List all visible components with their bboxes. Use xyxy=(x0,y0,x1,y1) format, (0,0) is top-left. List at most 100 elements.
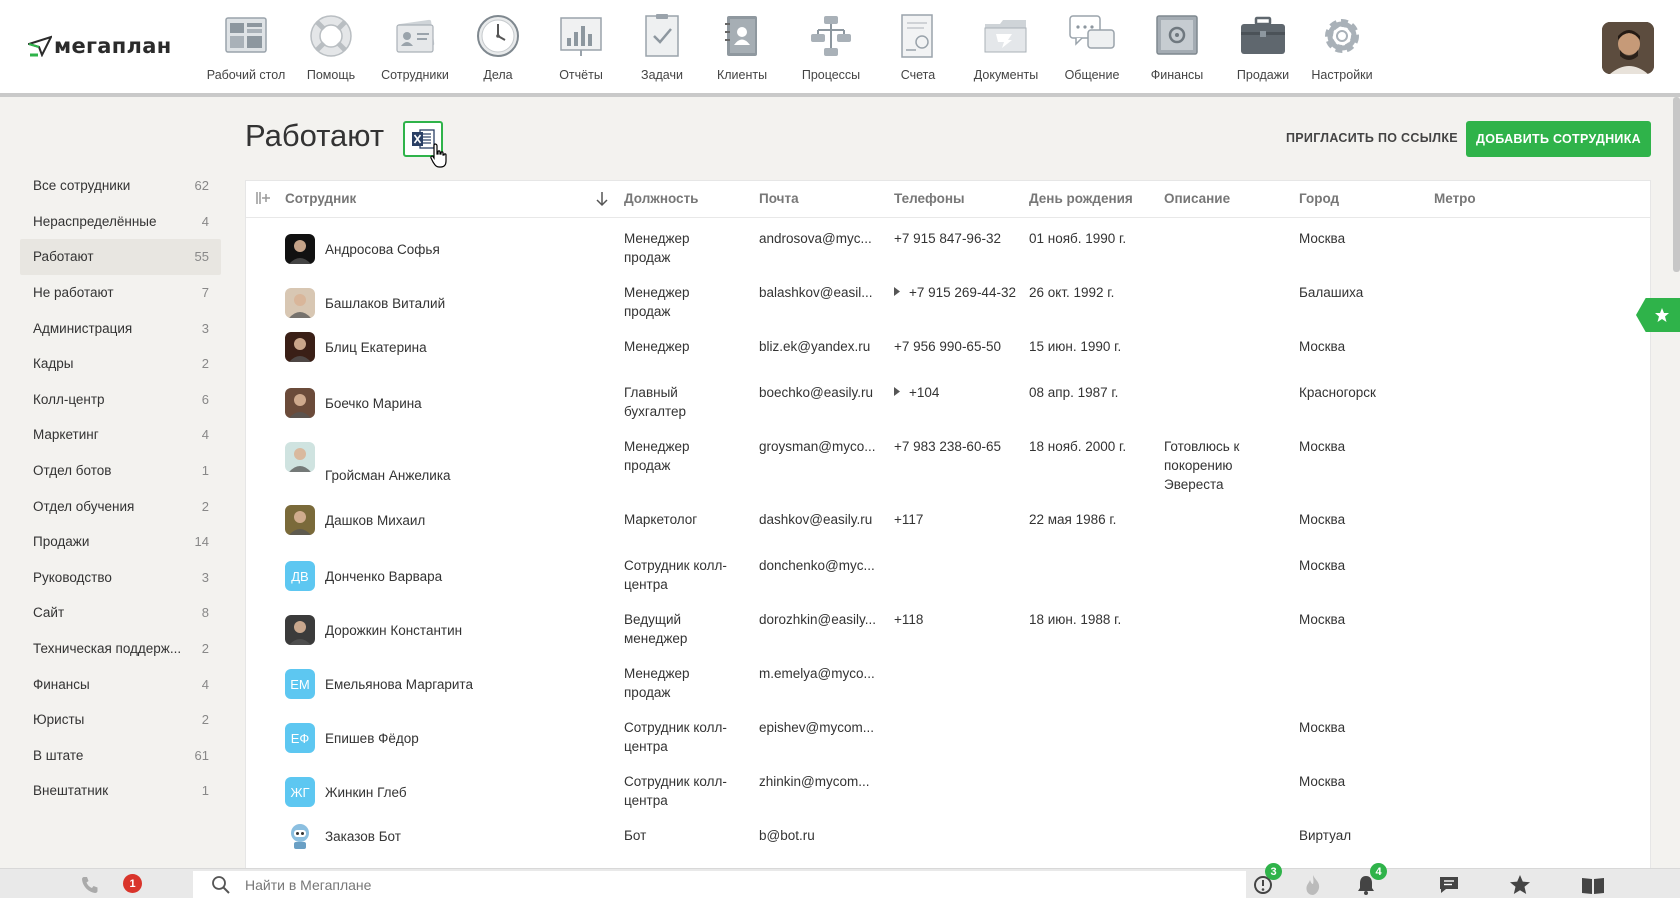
employee-name[interactable]: Блиц Екатерина xyxy=(325,338,427,357)
messages-icon[interactable] xyxy=(1438,875,1460,895)
phone[interactable]: +7 915 269-44-32 xyxy=(909,283,1016,302)
invite-by-link-button[interactable]: ПРИГЛАСИТЬ ПО ССЫЛКЕ xyxy=(1286,131,1458,145)
phone[interactable]: +7 915 847-96-32 xyxy=(894,229,1001,248)
nav-item-invoices[interactable]: Счета xyxy=(878,12,958,82)
nav-item-clients[interactable]: Клиенты xyxy=(700,12,784,82)
column-header[interactable]: Должность xyxy=(624,191,698,206)
logo[interactable]: мегаплан xyxy=(28,34,172,58)
sidebar-item[interactable]: В штате 61 xyxy=(20,738,221,774)
sort-down-icon[interactable] xyxy=(596,191,608,207)
email[interactable]: zhinkin@mycom... xyxy=(759,772,869,791)
employee-name[interactable]: Дашков Михаил xyxy=(325,511,425,530)
email[interactable]: m.emelya@myco... xyxy=(759,664,875,683)
sidebar-item[interactable]: Финансы 4 xyxy=(20,666,221,702)
nav-item-employees[interactable]: Сотрудники xyxy=(372,12,458,82)
column-header[interactable]: Почта xyxy=(759,191,799,206)
column-settings-icon[interactable] xyxy=(256,191,272,205)
sidebar-item-label: Юристы xyxy=(33,712,85,728)
sidebar-item[interactable]: Кадры 2 xyxy=(20,346,221,382)
nav-item-clock[interactable]: Дела xyxy=(458,12,538,82)
phone-icon[interactable] xyxy=(80,875,100,895)
column-header[interactable]: Телефоны xyxy=(894,191,965,206)
nav-item-tasks[interactable]: Задачи xyxy=(624,12,700,82)
sidebar-item[interactable]: Все сотрудники 62 xyxy=(20,168,221,204)
sidebar-item-label: Отдел обучения xyxy=(33,498,135,514)
sidebar-item[interactable]: Техническая поддерж... 2 xyxy=(20,631,221,667)
nav-item-gear[interactable]: Настройки xyxy=(1302,12,1382,82)
knowledge-base-icon[interactable] xyxy=(1581,875,1605,895)
nav-item-processes[interactable]: Процессы xyxy=(784,12,878,82)
employee-name[interactable]: Гройсман Анжелика xyxy=(325,466,451,485)
nav-label: Настройки xyxy=(1311,68,1373,82)
nav-item-chat[interactable]: Общение xyxy=(1054,12,1130,82)
email[interactable]: bliz.ek@yandex.ru xyxy=(759,337,870,356)
fire-icon[interactable] xyxy=(1303,874,1323,896)
phone[interactable]: +104 xyxy=(909,383,939,402)
employee-name[interactable]: Донченко Варвара xyxy=(325,567,442,586)
sidebar-item[interactable]: Отдел ботов 1 xyxy=(20,453,221,489)
sidebar-item[interactable]: Администрация 3 xyxy=(20,310,221,346)
phone[interactable]: +118 xyxy=(894,610,923,629)
sidebar-item-count: 3 xyxy=(201,569,209,585)
favorites-icon[interactable] xyxy=(1509,874,1531,896)
sidebar-item[interactable]: Руководство 3 xyxy=(20,560,221,596)
employee-name[interactable]: Башлаков Виталий xyxy=(325,294,445,313)
email[interactable]: balashkov@easil... xyxy=(759,283,873,302)
column-header[interactable]: Город xyxy=(1299,191,1339,206)
employee-name[interactable]: Жинкин Глеб xyxy=(325,783,407,802)
employee-name[interactable]: Епишев Фёдор xyxy=(325,729,419,748)
position-line: центра xyxy=(624,739,668,754)
email[interactable]: epishev@mycom... xyxy=(759,718,874,737)
sidebar-item[interactable]: Внештатник 1 xyxy=(20,773,221,809)
user-avatar[interactable] xyxy=(1602,22,1654,74)
column-header[interactable]: День рождения xyxy=(1029,191,1133,206)
sidebar-item-count: 2 xyxy=(201,712,209,728)
sidebar-item[interactable]: Продажи 14 xyxy=(20,524,221,560)
sidebar-item[interactable]: Сайт 8 xyxy=(20,595,221,631)
sidebar-item-label: Все сотрудники xyxy=(33,178,131,194)
nav-item-briefcase[interactable]: Продажи xyxy=(1224,12,1302,82)
position-line: продаж xyxy=(624,458,671,473)
phone[interactable]: +7 983 238-60-65 xyxy=(894,437,1001,456)
person-photo-icon xyxy=(285,442,315,472)
avatar: ДВ xyxy=(285,561,315,591)
add-employee-button[interactable]: ДОБАВИТЬ СОТРУДНИКА xyxy=(1466,121,1651,157)
position-line: Ведущий xyxy=(624,612,682,627)
nav-item-reports[interactable]: Отчёты xyxy=(538,12,624,82)
sidebar-item[interactable]: Нераспределённые 4 xyxy=(20,204,221,240)
nav-item-documents[interactable]: Документы xyxy=(958,12,1054,82)
page-scrollbar[interactable] xyxy=(1673,97,1680,272)
sidebar-item[interactable]: Не работают 7 xyxy=(20,275,221,311)
phone[interactable]: +7 956 990-65-50 xyxy=(894,337,1001,356)
avatar: ЖГ xyxy=(285,777,315,807)
column-header[interactable]: Метро xyxy=(1434,191,1476,206)
employee-name[interactable]: Заказов Бот xyxy=(325,827,401,846)
nav-item-desktop[interactable]: Рабочий стол xyxy=(202,12,290,82)
expand-phones-icon[interactable] xyxy=(894,287,900,296)
email[interactable]: boechko@easily.ru xyxy=(759,383,873,402)
global-search[interactable]: Найти в Мегаплане xyxy=(193,871,1246,898)
employee-name[interactable]: Боечко Марина xyxy=(325,394,422,413)
sidebar-item[interactable]: Юристы 2 xyxy=(20,702,221,738)
expand-phones-icon[interactable] xyxy=(894,387,900,396)
phone[interactable]: +117 xyxy=(894,510,923,529)
email[interactable]: groysman@myco... xyxy=(759,437,875,456)
email[interactable]: androsova@myc... xyxy=(759,229,872,248)
email[interactable]: b@bot.ru xyxy=(759,826,815,845)
gear-icon xyxy=(1325,19,1359,53)
email[interactable]: donchenko@myc... xyxy=(759,556,875,575)
email[interactable]: dorozhkin@easily... xyxy=(759,610,876,629)
sidebar-item[interactable]: Отдел обучения 2 xyxy=(20,488,221,524)
sidebar-item[interactable]: Колл-центр 6 xyxy=(20,382,221,418)
column-header[interactable]: Сотрудник xyxy=(285,191,356,206)
employee-name[interactable]: Емельянова Маргарита xyxy=(325,675,473,694)
nav-item-safe[interactable]: Финансы xyxy=(1130,12,1224,82)
clock-icon xyxy=(477,15,519,57)
email[interactable]: dashkov@easily.ru xyxy=(759,510,872,529)
employee-name[interactable]: Андросова Софья xyxy=(325,240,440,259)
employee-name[interactable]: Дорожкин Константин xyxy=(325,621,462,640)
sidebar-item[interactable]: Маркетинг 4 xyxy=(20,417,221,453)
nav-item-lifebuoy[interactable]: Помощь xyxy=(290,12,372,82)
column-header[interactable]: Описание xyxy=(1164,191,1230,206)
sidebar-item[interactable]: Работают 55 xyxy=(20,239,221,275)
